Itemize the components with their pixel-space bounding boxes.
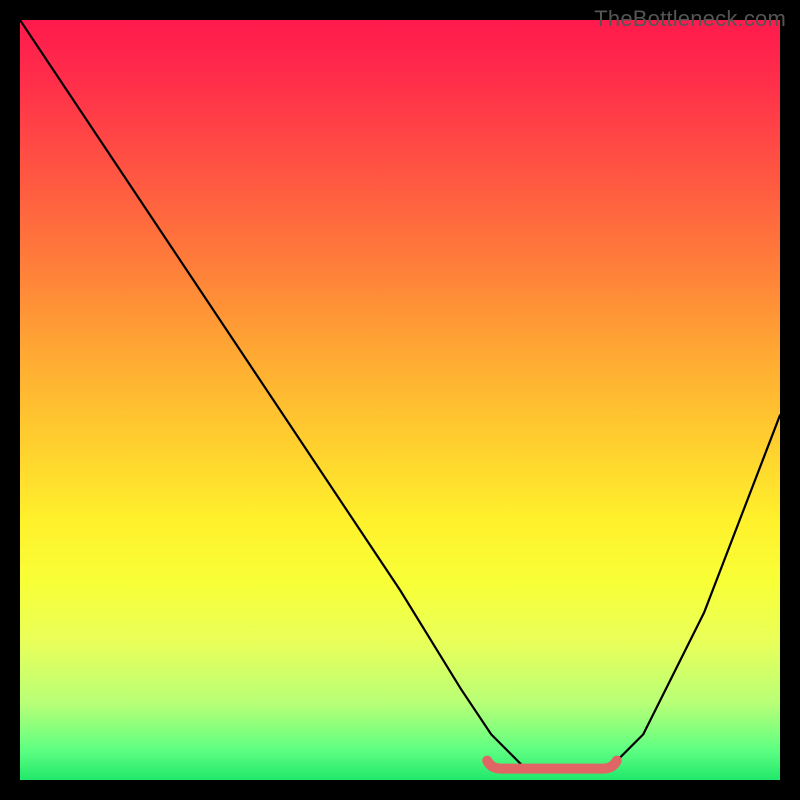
chart-gradient-background [20,20,780,780]
watermark-text: TheBottleneck.com [594,6,786,32]
flat-segment-highlight [487,761,617,769]
chart-svg [20,20,780,780]
bottleneck-curve-path [20,20,780,772]
